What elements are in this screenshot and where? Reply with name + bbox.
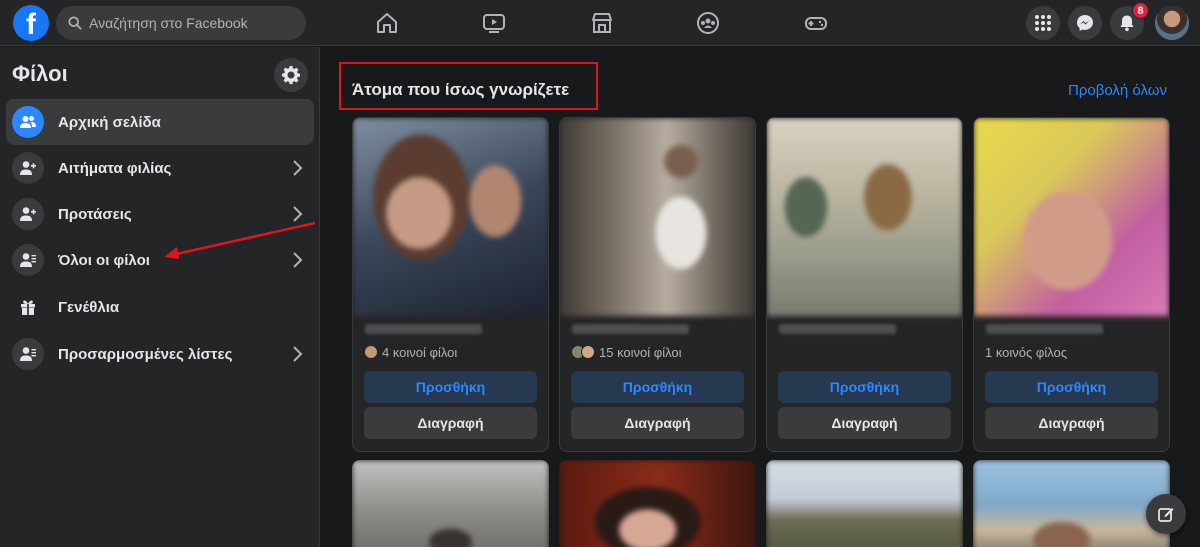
search-input[interactable] [89,15,289,31]
mutual-friend-avatar [364,345,378,359]
profile-photo[interactable] [973,460,1170,547]
remove-button[interactable]: Διαγραφή [364,407,537,439]
sidebar-item-label: Προσαρμοσμένες λίστες [58,345,233,363]
person-card[interactable] [766,460,963,547]
add-friend-button[interactable]: Προσθήκη [571,371,744,403]
mutual-friends: 1 κοινός φίλος [985,344,1068,360]
add-friend-button[interactable]: Προσθήκη [985,371,1158,403]
friends-sidebar: Φίλοι Αρχική σελίδα Αιτήματα φιλίας Προτ… [0,47,320,547]
person-card[interactable]: 1 κοινός φίλος Προσθήκη Διαγραφή [973,117,1170,452]
profile-photo[interactable] [353,118,548,316]
annotation-arrow [164,221,316,259]
add-friend-button[interactable]: Προσθήκη [364,371,537,403]
profile-photo[interactable] [974,118,1169,316]
remove-button[interactable]: Διαγραφή [571,407,744,439]
sidebar-item-label: Γενέθλια [58,298,120,316]
settings-gear-icon[interactable] [274,58,308,92]
sidebar-item-label: Αιτήματα φιλίας [58,159,172,177]
account-avatar[interactable] [1155,6,1189,40]
person-card[interactable] [352,460,549,547]
sidebar-title: Φίλοι [12,61,68,86]
remove-button[interactable]: Διαγραφή [985,407,1158,439]
messenger-icon[interactable] [1068,6,1102,40]
sidebar-item-label: Προτάσεις [58,205,132,223]
person-card[interactable]: Προσθήκη Διαγραφή [766,117,963,452]
chevron-right-icon [293,346,303,362]
mutual-friend-avatar [581,345,595,359]
remove-button[interactable]: Διαγραφή [778,407,951,439]
profile-photo[interactable] [767,118,962,316]
section-title: Άτομα που ίσως γνωρίζετε [352,80,570,99]
search-box[interactable] [56,6,306,40]
person-card[interactable] [559,460,756,547]
sidebar-item-friend-requests[interactable]: Αιτήματα φιλίας [6,145,314,191]
sidebar-item-home[interactable]: Αρχική σελίδα [6,99,314,145]
facebook-logo[interactable]: f [13,5,49,41]
search-icon [68,16,82,30]
profile-photo[interactable] [559,460,756,547]
new-message-button[interactable] [1146,494,1186,534]
person-name[interactable] [365,324,482,334]
person-card[interactable] [973,460,1170,547]
groups-icon[interactable] [694,9,722,37]
menu-grid-icon[interactable] [1026,6,1060,40]
mutual-friends: 4 κοινοί φίλοι [364,342,537,362]
profile-photo[interactable] [560,118,755,316]
mutual-friends [778,342,951,362]
all-friends-icon [12,244,44,276]
person-card[interactable]: 15 κοινοί φίλοι Προσθήκη Διαγραφή [559,117,756,452]
person-card[interactable]: 4 κοινοί φίλοι Προσθήκη Διαγραφή [352,117,549,452]
see-all-link[interactable]: Προβολή όλων [1068,82,1167,99]
mutual-friends: 15 κοινοί φίλοι [571,342,744,362]
custom-lists-icon [12,338,44,370]
watch-icon[interactable] [480,9,508,37]
suggestions-icon [12,198,44,230]
chevron-right-icon [293,160,303,176]
friends-home-icon [12,106,44,138]
marketplace-icon[interactable] [588,9,616,37]
home-icon[interactable] [373,9,401,37]
person-name[interactable] [779,324,896,334]
friend-requests-icon [12,152,44,184]
profile-photo[interactable] [766,460,963,547]
sidebar-item-label: Όλοι οι φίλοι [58,251,150,269]
sidebar-item-birthdays[interactable]: Γενέθλια [6,284,314,330]
notifications-icon[interactable]: 8 [1110,2,1149,40]
profile-photo[interactable] [352,460,549,547]
sidebar-item-custom-lists[interactable]: Προσαρμοσμένες λίστες [6,331,314,377]
gaming-icon[interactable] [802,9,830,37]
top-navigation-bar: f 8 [0,0,1200,46]
person-name[interactable] [986,324,1103,334]
gift-icon [12,291,44,323]
person-name[interactable] [572,324,689,334]
sidebar-item-label: Αρχική σελίδα [58,113,161,131]
compose-icon [1158,508,1174,522]
add-friend-button[interactable]: Προσθήκη [778,371,951,403]
notification-count-badge: 8 [1132,2,1149,19]
